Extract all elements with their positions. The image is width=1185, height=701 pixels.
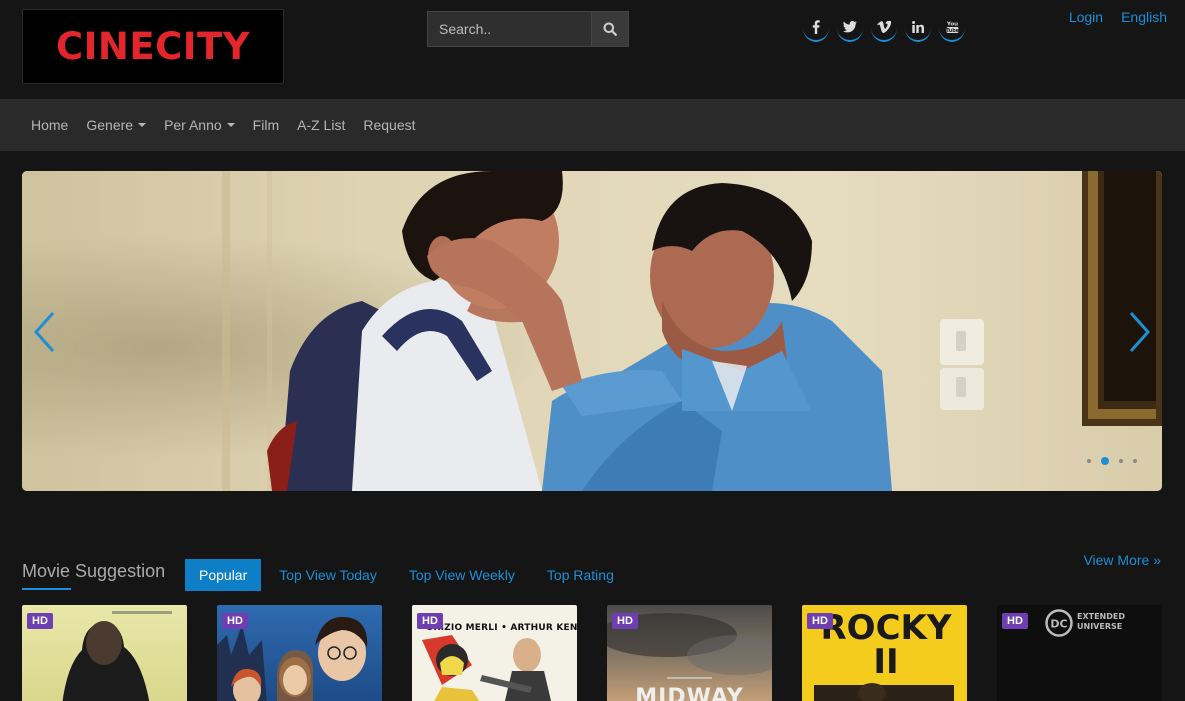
caret-down-icon (138, 123, 147, 127)
language-link[interactable]: English (1121, 9, 1167, 25)
hd-badge: HD (27, 613, 53, 629)
nav-item-home[interactable]: Home (31, 117, 68, 133)
site-logo[interactable]: CINECITY (22, 9, 284, 84)
hd-badge: HD (807, 613, 833, 629)
movie-poster[interactable]: HD MIDWAY (607, 605, 772, 701)
nav-item-label: Per Anno (164, 117, 222, 133)
hd-badge: HD (417, 613, 443, 629)
facebook-icon[interactable] (803, 14, 829, 42)
movie-poster-list: HD HD HD URIZIO MERLI • ARTHUR KENNEDY (22, 605, 1162, 701)
nav-item-request[interactable]: Request (363, 117, 415, 133)
caret-down-icon (226, 123, 235, 127)
nav-item-az-list[interactable]: A-Z List (297, 117, 345, 133)
search-icon (603, 22, 617, 36)
tab-top-rating[interactable]: Top Rating (531, 559, 630, 591)
account-links: Login English (1069, 9, 1167, 25)
nav-item-per-anno[interactable]: Per Anno (164, 117, 235, 133)
hero-slide-image (22, 171, 1162, 491)
nav-item-genere[interactable]: Genere (86, 117, 147, 133)
slider-dot-active[interactable] (1101, 457, 1109, 465)
nav-item-label: Genere (86, 117, 134, 133)
twitter-icon[interactable] (837, 14, 863, 42)
movie-poster[interactable]: HD (22, 605, 187, 701)
suggestion-tabs: Popular Top View Today Top View Weekly T… (185, 559, 630, 591)
slider-prev-arrow-icon[interactable] (30, 307, 60, 357)
poster-caption: EXTENDED UNIVERSE (1077, 612, 1125, 631)
nav-item-film[interactable]: Film (253, 117, 279, 133)
slider-dot[interactable] (1087, 459, 1091, 463)
search-input[interactable] (427, 11, 591, 47)
hd-badge: HD (1002, 613, 1028, 629)
svg-text:Tube: Tube (946, 28, 959, 34)
slider-pagination (1087, 457, 1137, 465)
nav-item-label: A-Z List (297, 117, 346, 133)
section-title: Movie Suggestion (22, 561, 166, 581)
svg-text:You: You (946, 22, 958, 28)
site-header: CINECITY YouTube Login English (0, 0, 1185, 99)
hero-slider[interactable] (22, 171, 1162, 491)
dc-logo-icon: DC (1045, 609, 1073, 637)
movie-poster[interactable]: HD URIZIO MERLI • ARTHUR KENNEDY (412, 605, 577, 701)
nav-item-label: Home (31, 117, 69, 133)
svg-text:DC: DC (1050, 618, 1067, 631)
main-nav: Home Genere Per Anno Film A-Z List Reque… (0, 99, 1185, 151)
search-button[interactable] (591, 11, 629, 47)
movie-poster[interactable]: HD DC EXTENDED UNIVERSE (997, 605, 1162, 701)
movie-poster[interactable]: HD (217, 605, 382, 701)
tab-popular[interactable]: Popular (185, 559, 262, 591)
section-title-underline (22, 588, 71, 590)
poster-caption: MIDWAY (635, 685, 744, 701)
search-form (427, 11, 629, 47)
tab-top-view-today[interactable]: Top View Today (263, 559, 393, 591)
movie-poster[interactable]: HD ROCKY II (802, 605, 967, 701)
social-links: You Tube (803, 14, 965, 42)
tab-top-view-weekly[interactable]: Top View Weekly (393, 559, 531, 591)
slider-dot[interactable] (1133, 459, 1137, 463)
slider-dot[interactable] (1119, 459, 1123, 463)
hd-badge: HD (612, 613, 638, 629)
login-link[interactable]: Login (1069, 9, 1103, 25)
logo-text: CINECITY (55, 25, 251, 68)
linkedin-icon[interactable] (905, 14, 931, 42)
vimeo-icon[interactable] (871, 14, 897, 42)
view-more-link[interactable]: View More » (1083, 552, 1161, 568)
hd-badge: HD (222, 613, 248, 629)
slider-next-arrow-icon[interactable] (1124, 307, 1154, 357)
youtube-icon[interactable]: You Tube (939, 14, 965, 42)
nav-item-label: Request (363, 117, 416, 133)
nav-item-label: Film (252, 117, 280, 133)
